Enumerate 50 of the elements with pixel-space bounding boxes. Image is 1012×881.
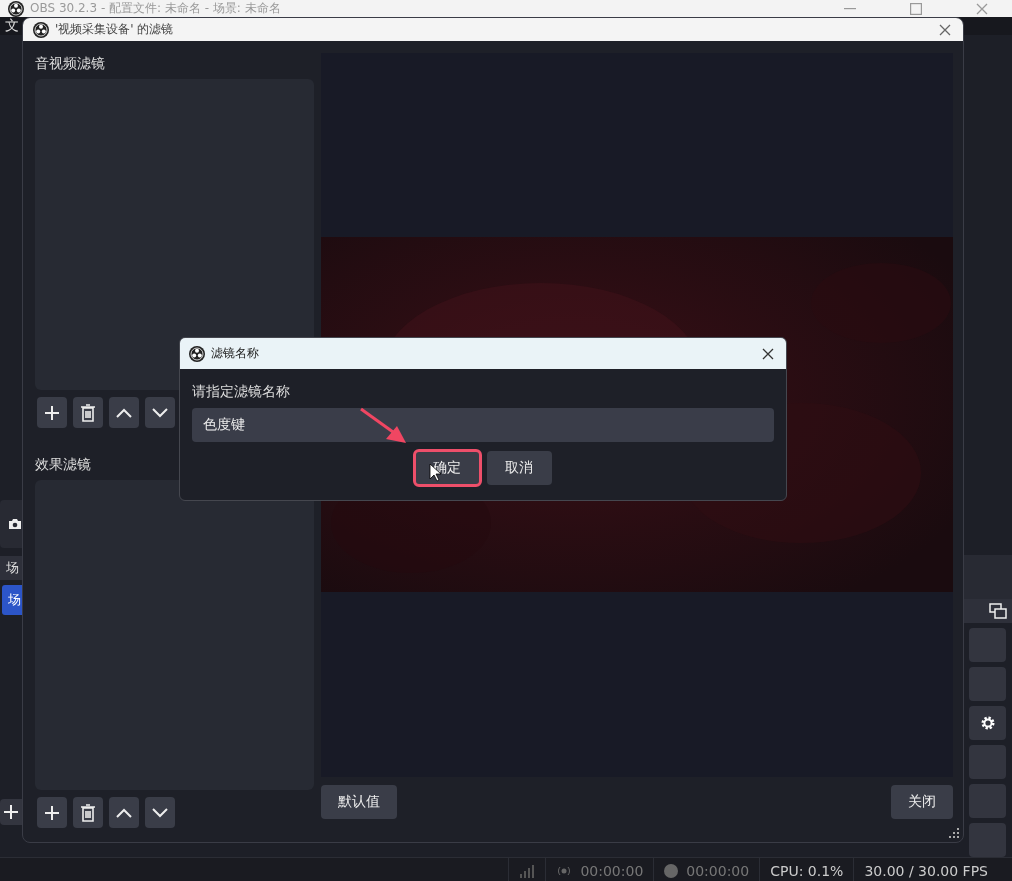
chevron-down-icon: [152, 407, 168, 418]
app-logo-icon: [189, 345, 205, 362]
stream-time: 00:00:00: [580, 863, 644, 879]
add-button[interactable]: [0, 799, 22, 825]
add-button[interactable]: [37, 397, 67, 428]
menu-item[interactable]: 文: [5, 17, 19, 35]
move-down-button[interactable]: [145, 397, 175, 428]
scene-item[interactable]: 场: [2, 585, 22, 615]
defaults-button[interactable]: 默认值: [321, 785, 397, 819]
chevron-up-icon: [116, 407, 132, 418]
name-field[interactable]: 色度键: [192, 408, 774, 442]
trash-icon: [80, 803, 96, 822]
windows-icon[interactable]: [989, 603, 1007, 619]
resize-grip-icon[interactable]: [949, 828, 959, 838]
camera-icon[interactable]: [8, 518, 22, 530]
section-label: 音视频滤镜: [35, 54, 106, 73]
section-label: 效果滤镜: [35, 455, 92, 474]
cancel-button[interactable]: 取消: [486, 451, 552, 485]
maximize-icon[interactable]: [910, 2, 922, 15]
app-logo-icon: [33, 21, 49, 38]
minimize-icon[interactable]: [844, 7, 856, 10]
close-button[interactable]: 关闭: [891, 785, 953, 819]
chevron-down-icon: [152, 807, 168, 818]
record-time: 00:00:00: [686, 863, 750, 879]
broadcast-icon: [556, 865, 573, 877]
signal-icon: [519, 864, 536, 878]
move-down-button[interactable]: [145, 797, 175, 828]
remove-button[interactable]: [73, 397, 103, 428]
annotation-arrow: [360, 407, 406, 443]
move-up-button[interactable]: [109, 797, 139, 828]
move-up-button[interactable]: [109, 397, 139, 428]
dialog-title: 滤镜名称: [211, 345, 259, 362]
record-icon: [664, 864, 679, 878]
plus-icon: [44, 804, 60, 821]
prompt-label: 请指定滤镜名称: [192, 383, 291, 401]
cpu-usage: CPU: 0.1%: [770, 863, 844, 879]
settings-icon: [979, 715, 996, 731]
add-button[interactable]: [37, 797, 67, 828]
fps-reading: 30.00 / 30.00 FPS: [864, 863, 988, 879]
trash-icon: [80, 403, 96, 422]
panel-header: 场: [0, 556, 22, 580]
window-title: '视频采集设备' 的滤镜: [55, 21, 174, 38]
remove-button[interactable]: [73, 797, 103, 828]
settings-button[interactable]: [969, 706, 1006, 740]
chevron-up-icon: [116, 807, 132, 818]
window-title: OBS 30.2.3 - 配置文件: 未命名 - 场景: 未命名: [30, 0, 281, 17]
close-icon[interactable]: [762, 347, 774, 360]
close-icon[interactable]: [939, 23, 951, 36]
plus-icon: [44, 404, 60, 421]
plus-icon: [4, 805, 18, 819]
